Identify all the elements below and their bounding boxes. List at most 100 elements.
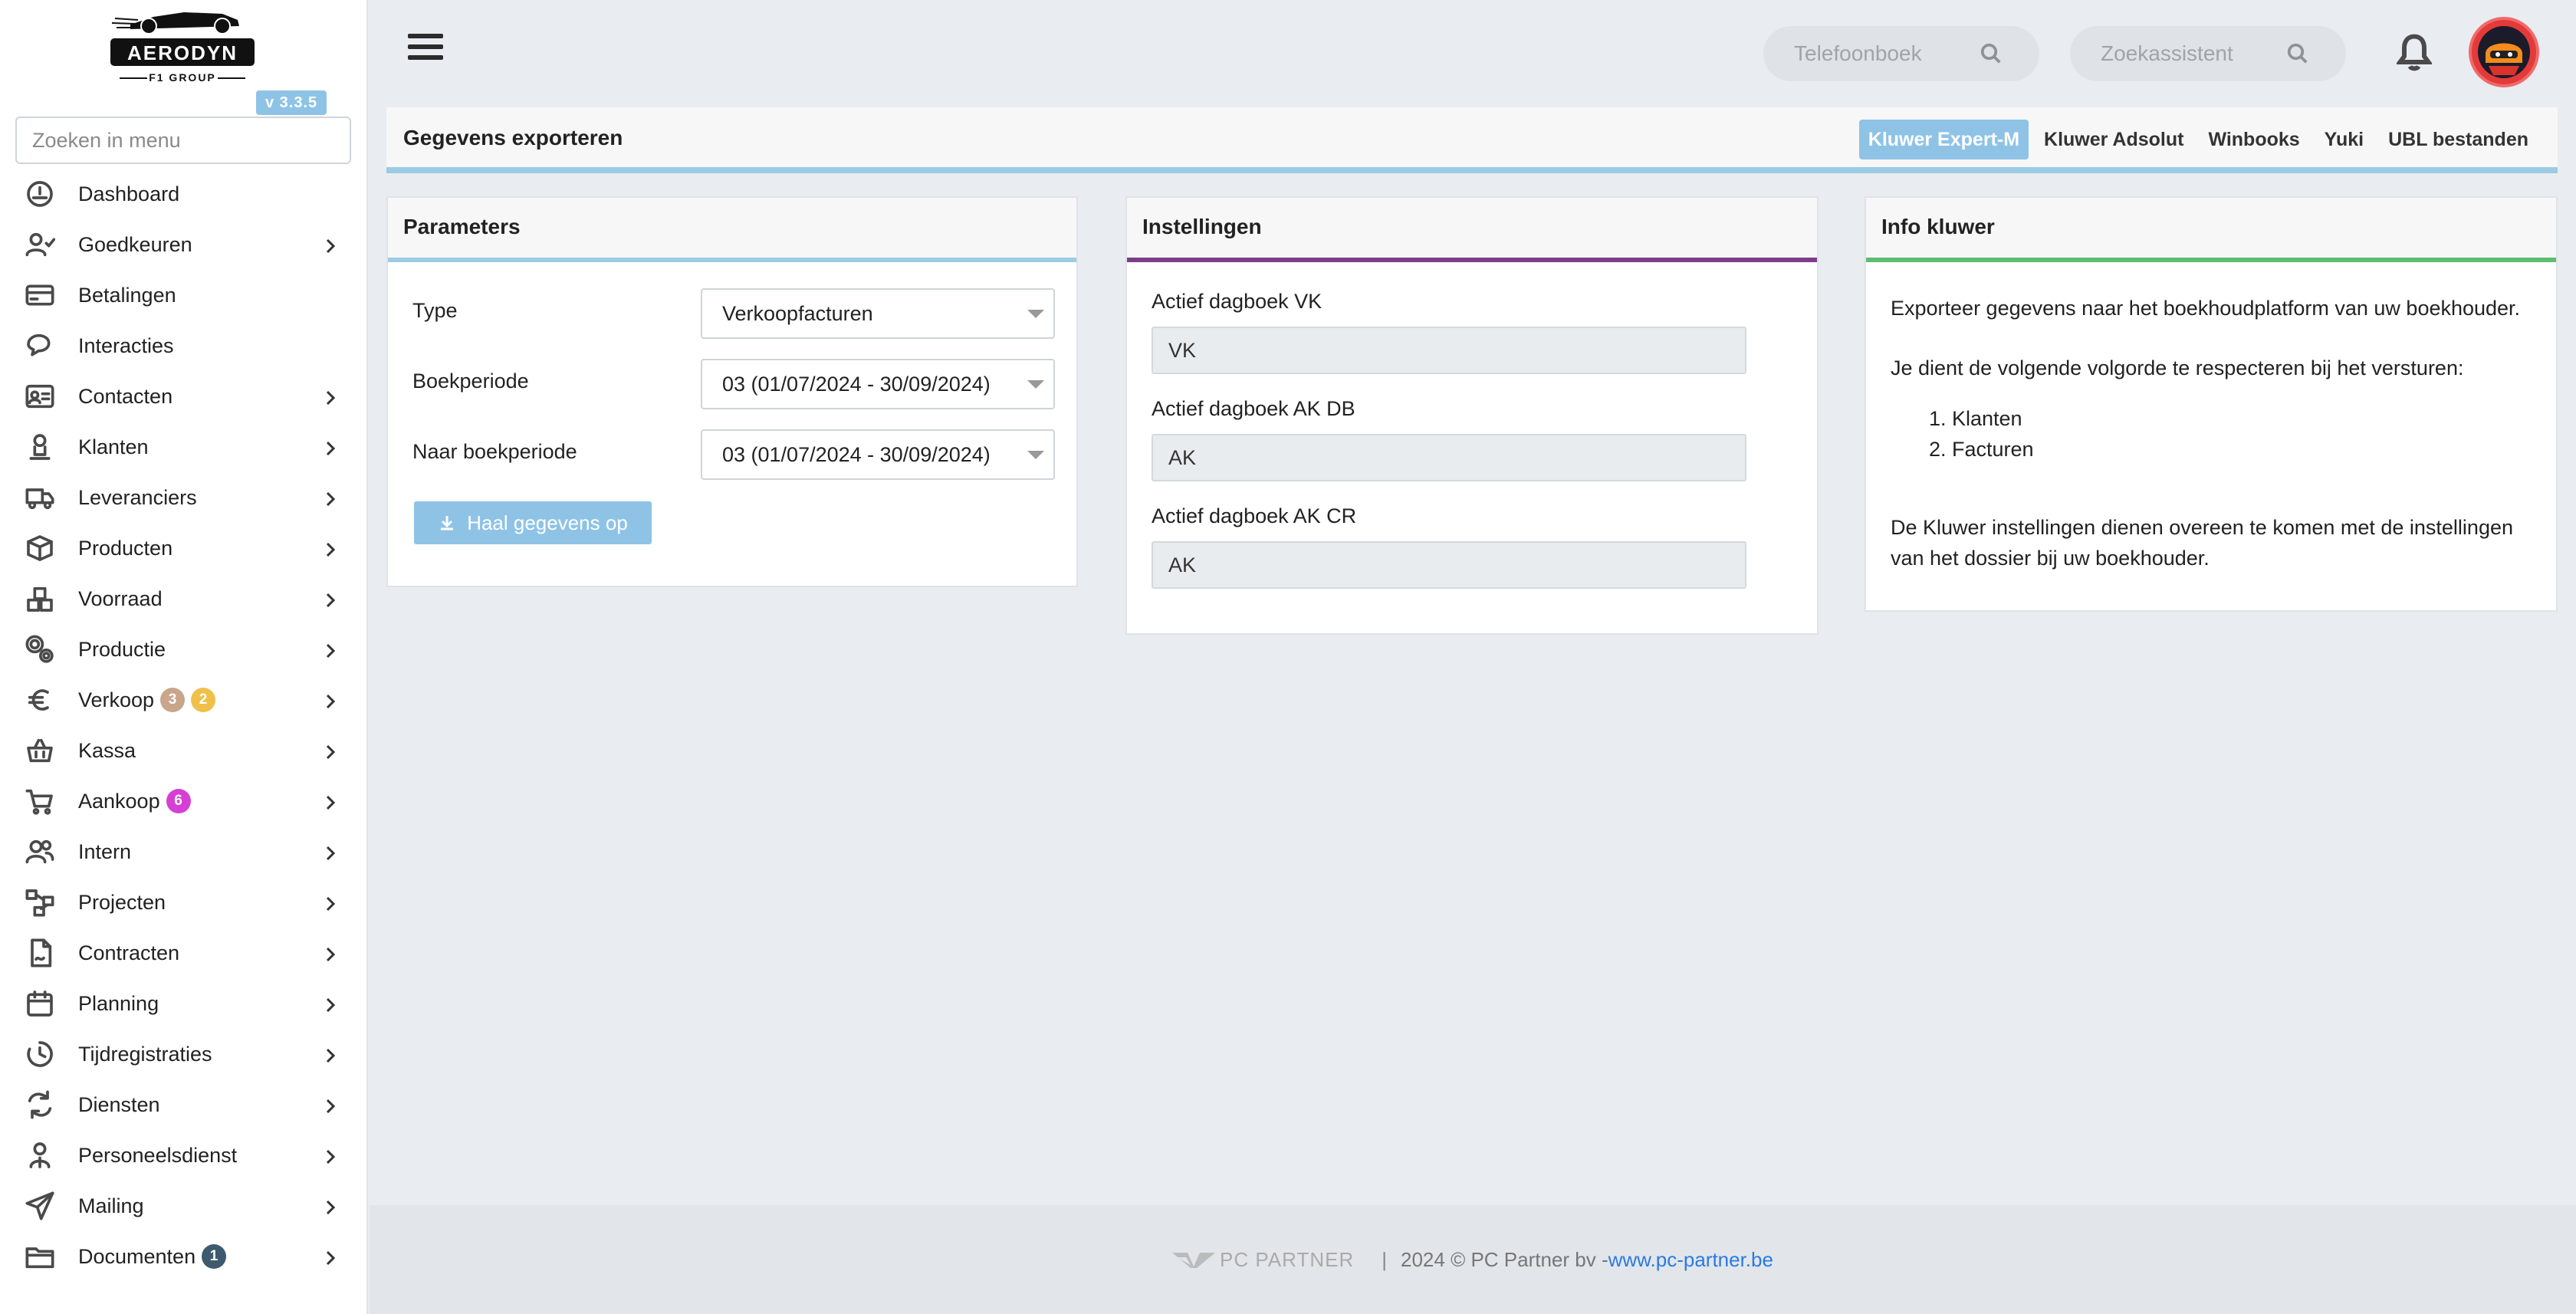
sidebar-item-productie[interactable]: Productie <box>0 624 368 675</box>
paper-plane-icon <box>23 1189 57 1223</box>
user-check-icon <box>23 228 57 261</box>
sidebar-item-documenten[interactable]: Documenten 1 <box>0 1231 368 1282</box>
sidebar-item-label: Betalingen <box>78 283 176 307</box>
tab-winbooks[interactable]: Winbooks <box>2199 120 2308 159</box>
sidebar-item-projecten[interactable]: Projecten <box>0 877 368 928</box>
sidebar-item-label: Documenten <box>78 1244 196 1268</box>
chevron-right-icon <box>322 691 339 709</box>
chevron-right-icon <box>322 1248 339 1266</box>
to-period-select[interactable]: 03 (01/07/2024 - 30/09/2024) <box>701 429 1055 480</box>
sidebar-item-klanten[interactable]: Klanten <box>0 422 368 472</box>
sidebar-item-label: Interacties <box>78 333 174 357</box>
brand-label: PC PARTNER <box>1220 1247 1355 1271</box>
footer: PC PARTNER | 2024 © PC Partner bv - www.… <box>370 1205 2576 1314</box>
period-select-value: 03 (01/07/2024 - 30/09/2024) <box>722 373 991 396</box>
parameters-card: Parameters Type Verkoopfacturen Boekperi… <box>386 196 1078 587</box>
phonebook-search[interactable] <box>1763 26 2039 81</box>
chevron-right-icon <box>322 944 339 962</box>
sidebar-item-leveranciers[interactable]: Leveranciers <box>0 472 368 523</box>
page-title: Gegevens exporteren <box>403 126 623 149</box>
sidebar-item-label: Producten <box>78 536 173 560</box>
chevron-right-icon <box>322 894 339 912</box>
sidebar-item-verkoop[interactable]: Verkoop 3 2 <box>0 675 368 725</box>
sidebar-item-label: Tijdregistraties <box>78 1042 212 1066</box>
bell-icon[interactable] <box>2395 32 2433 72</box>
export-tabs: Kluwer Expert-M Kluwer Adsolut Winbooks Yuk… <box>1853 120 2538 159</box>
sidebar-item-diensten[interactable]: Diensten <box>0 1079 368 1130</box>
period-select[interactable]: 03 (01/07/2024 - 30/09/2024) <box>701 359 1055 409</box>
period-label: Boekperiode <box>412 370 529 393</box>
chat-icon <box>23 329 57 363</box>
hamburger-menu-icon[interactable] <box>408 34 443 64</box>
info-body: Exporteer gegevens naar het boekhoudplat… <box>1891 293 2536 573</box>
phonebook-search-input[interactable] <box>1792 41 1980 67</box>
gears-icon <box>23 632 57 666</box>
cart-icon <box>23 784 57 818</box>
chevron-right-icon <box>322 540 339 557</box>
sidebar-item-label: Contracten <box>78 941 180 964</box>
sidebar-item-mailing[interactable]: Mailing <box>0 1181 368 1231</box>
sidebar-item-interacties[interactable]: Interacties <box>0 320 368 371</box>
sidebar-item-label: Dashboard <box>78 182 180 205</box>
parameters-title: Parameters <box>388 198 1076 262</box>
user-avatar[interactable] <box>2469 17 2539 87</box>
aerodyn-logo[interactable]: AERODYN F1 GROUP <box>107 3 258 87</box>
tab-kluwer-expert-m[interactable]: Kluwer Expert-M <box>1858 120 2029 159</box>
sidebar-item-voorraad[interactable]: Voorraad <box>0 573 368 624</box>
assistant-search[interactable] <box>2070 26 2346 81</box>
chevron-right-icon <box>322 843 339 861</box>
search-icon[interactable] <box>1980 42 2003 65</box>
fetch-data-label: Haal gegevens op <box>467 511 628 534</box>
sidebar-item-aankoop[interactable]: Aankoop 6 <box>0 776 368 826</box>
chevron-down-icon <box>1027 310 1044 318</box>
vk-field: VK <box>1152 327 1746 374</box>
menu-search-input[interactable] <box>15 117 351 164</box>
tab-yuki[interactable]: Yuki <box>2315 120 2373 159</box>
sidebar-item-planning[interactable]: Planning <box>0 978 368 1029</box>
info-line-1: Exporteer gegevens naar het boekhoudplat… <box>1891 297 2521 320</box>
chevron-right-icon <box>322 995 339 1013</box>
chevron-right-icon <box>322 489 339 507</box>
sidebar-item-label: Kassa <box>78 738 136 762</box>
pc-partner-logo: PC PARTNER <box>1172 1248 1354 1272</box>
akdb-field: AK <box>1152 434 1746 481</box>
type-select[interactable]: Verkoopfacturen <box>701 288 1055 339</box>
sidebar-item-producten[interactable]: Producten <box>0 523 368 573</box>
sidebar-menu: Dashboard Goedkeuren Betalingen Interacties… <box>0 169 368 1282</box>
box-icon <box>23 531 57 565</box>
info-step: Facturen <box>1952 434 2536 465</box>
pc-partner-link[interactable]: www.pc-partner.be <box>1608 1248 1773 1272</box>
sidebar-item-label: Voorraad <box>78 586 163 610</box>
chevron-down-icon <box>1027 451 1044 459</box>
sidebar-item-goedkeuren[interactable]: Goedkeuren <box>0 219 368 270</box>
sidebar-item-label: Productie <box>78 637 166 661</box>
sidebar-item-label: Intern <box>78 839 132 863</box>
sidebar-item-label: Diensten <box>78 1092 160 1116</box>
sidebar-item-intern[interactable]: Intern <box>0 826 368 877</box>
fetch-data-button[interactable]: Haal gegevens op <box>414 501 652 544</box>
sidebar-item-betalingen[interactable]: Betalingen <box>0 270 368 320</box>
truck-icon <box>23 481 57 514</box>
sidebar-item-contracten[interactable]: Contracten <box>0 928 368 978</box>
sidebar-item-kassa[interactable]: Kassa <box>0 725 368 776</box>
sidebar-item-tijdregistraties[interactable]: Tijdregistraties <box>0 1029 368 1079</box>
count-badge: 2 <box>191 688 216 712</box>
sidebar-item-personeelsdienst[interactable]: Personeelsdienst <box>0 1130 368 1181</box>
akcr-field: AK <box>1152 541 1746 589</box>
chevron-right-icon <box>322 439 339 456</box>
sidebar-item-dashboard[interactable]: Dashboard <box>0 169 368 219</box>
svg-text:AERODYN: AERODYN <box>127 41 238 64</box>
download-icon <box>441 516 454 531</box>
sidebar-item-label: Klanten <box>78 435 149 458</box>
settings-card: Instellingen Actief dagboek VK VK Actief… <box>1125 196 1819 635</box>
sidebar-item-contacten[interactable]: Contacten <box>0 371 368 422</box>
tab-kluwer-adsolut[interactable]: Kluwer Adsolut <box>2035 120 2193 159</box>
search-icon[interactable] <box>2286 42 2309 65</box>
sidebar-item-label: Planning <box>78 991 159 1015</box>
clock-icon <box>23 1037 57 1071</box>
to-period-select-value: 03 (01/07/2024 - 30/09/2024) <box>722 443 991 466</box>
tab-ubl-bestanden[interactable]: UBL bestanden <box>2379 120 2538 159</box>
folder-icon <box>23 1240 57 1273</box>
chevron-right-icon <box>322 1147 339 1165</box>
assistant-search-input[interactable] <box>2099 41 2286 67</box>
